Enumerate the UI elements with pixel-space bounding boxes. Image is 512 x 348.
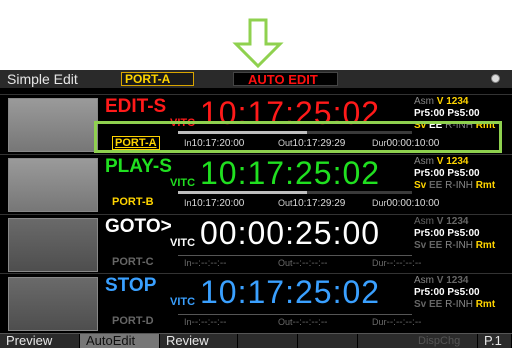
auto-edit-label: AUTO EDIT — [248, 72, 318, 87]
video-thumbnail[interactable] — [8, 277, 98, 331]
video-thumbnail[interactable] — [8, 158, 98, 212]
video-thumbnail[interactable] — [8, 98, 98, 152]
progress-fill — [178, 191, 307, 194]
out-point[interactable]: Out--:--:--:-- — [278, 258, 328, 269]
timecode-display: 00:00:25:00 — [200, 215, 381, 251]
duration: Dur--:--:--:-- — [372, 258, 422, 269]
top-bar: Simple Edit PORT-A AUTO EDIT — [0, 70, 512, 88]
duration: Dur00:00:10:00 — [372, 198, 440, 209]
status-info: Asm V 1234 Pr5:00 Ps5:00 Sv EE R-INH Rmt — [414, 275, 496, 310]
timecode-display: 10:17:25:02 — [200, 155, 381, 191]
progress-bar — [178, 191, 412, 194]
port-label[interactable]: PORT-C — [112, 256, 154, 268]
empty-softkey-1[interactable] — [238, 334, 298, 348]
port-row-c[interactable]: GOTO> VITC 00:00:25:00 PORT-C In--:--:--… — [0, 214, 512, 274]
empty-softkey-2[interactable] — [298, 334, 358, 348]
vitc-label: VITC — [170, 237, 196, 249]
status-label: STOP — [105, 275, 157, 296]
dispchg-button[interactable]: DispChg — [412, 334, 478, 348]
port-label[interactable]: PORT-D — [112, 315, 154, 327]
in-point[interactable]: In--:--:--:-- — [184, 258, 227, 269]
in-point[interactable]: In10:17:20:00 — [184, 198, 244, 209]
divider — [178, 255, 412, 256]
vtr-control-panel: Simple Edit PORT-A AUTO EDIT EDIT-S VITC… — [0, 70, 512, 348]
port-label[interactable]: PORT-B — [112, 196, 154, 208]
status-label: EDIT-S — [105, 96, 167, 117]
page-indicator[interactable]: P.1 — [478, 334, 512, 348]
port-selector-label: PORT-A — [125, 72, 171, 86]
preview-button[interactable]: Preview — [0, 334, 80, 348]
vitc-label: VITC — [170, 296, 196, 308]
status-label: PLAY-S — [105, 156, 172, 177]
status-info: Asm V 1234 Pr5:00 Ps5:00 Sv EE R-INH Rmt — [414, 216, 496, 251]
in-point[interactable]: In--:--:--:-- — [184, 317, 227, 328]
divider — [178, 314, 412, 315]
bottom-bar: Preview AutoEdit Review DispChg P.1 — [0, 333, 512, 348]
down-arrow-icon — [232, 18, 284, 68]
port-row-b[interactable]: PLAY-S VITC 10:17:25:02 PORT-B In10:17:2… — [0, 154, 512, 214]
out-point[interactable]: Out10:17:29:29 — [278, 198, 345, 209]
video-thumbnail[interactable] — [8, 218, 98, 272]
review-button[interactable]: Review — [160, 334, 238, 348]
record-dot-icon[interactable] — [491, 74, 500, 83]
port-row-d[interactable]: STOP VITC 10:17:25:02 PORT-D In--:--:--:… — [0, 273, 512, 333]
autoedit-button[interactable]: AutoEdit — [80, 334, 160, 348]
duration: Dur--:--:--:-- — [372, 317, 422, 328]
auto-edit-indicator: AUTO EDIT — [233, 72, 338, 87]
timecode-display: 10:17:25:02 — [200, 274, 381, 310]
out-point[interactable]: Out--:--:--:-- — [278, 317, 328, 328]
mode-title: Simple Edit — [7, 71, 78, 87]
vitc-label: VITC — [170, 177, 196, 189]
highlight-box — [94, 121, 502, 153]
port-selector[interactable]: PORT-A — [121, 72, 194, 86]
status-label: GOTO> — [105, 216, 172, 237]
status-info: Asm V 1234 Pr5:00 Ps5:00 Sv EE R-INH Rmt — [414, 156, 496, 191]
